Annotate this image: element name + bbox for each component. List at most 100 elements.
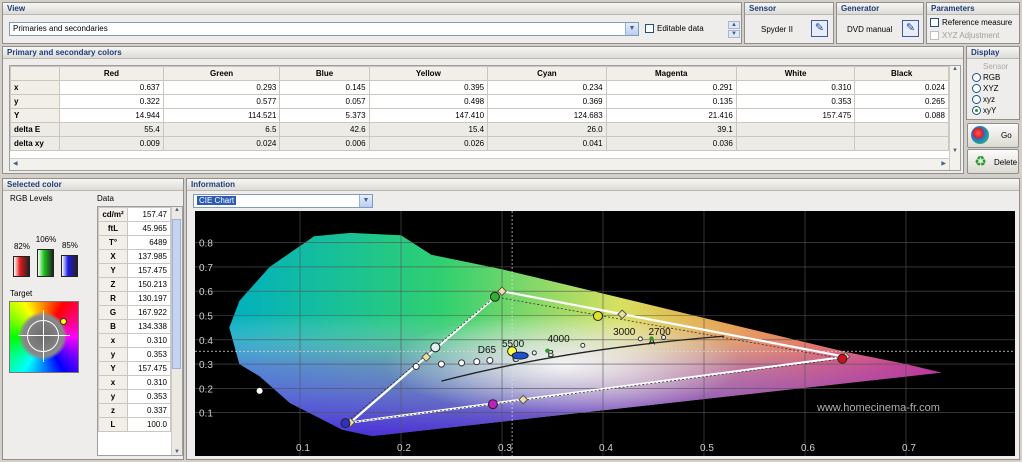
table-cell[interactable]: 0.088 <box>854 108 949 123</box>
table-cell[interactable]: 0.006 <box>279 136 370 151</box>
table-cell[interactable]: 0.265 <box>854 94 949 109</box>
sensor-config-icon[interactable]: ✎ <box>811 20 828 37</box>
table-cell[interactable]: 26.0 <box>487 122 607 137</box>
table-cell[interactable]: 42.6 <box>279 122 370 137</box>
column-header[interactable]: Cyan <box>487 66 607 81</box>
data-row[interactable]: G 167.922 <box>98 305 171 320</box>
table-cell[interactable]: 0.026 <box>368 136 489 151</box>
scroll-down-icon[interactable]: ▼ <box>172 449 182 455</box>
table-cell[interactable]: 55.4 <box>59 122 164 137</box>
view-select[interactable]: Primaries and secondaries ▼ <box>9 22 639 36</box>
checkbox-icon[interactable] <box>930 31 939 41</box>
xyz-adjustment-checkbox[interactable]: XYZ Adjustment <box>930 31 999 41</box>
data-row[interactable]: z 0.337 <box>98 403 171 418</box>
table-cell[interactable]: 0.041 <box>487 136 607 151</box>
table-cell[interactable]: 21.416 <box>605 108 737 123</box>
radio-icon[interactable] <box>972 84 981 94</box>
go-button[interactable]: Go <box>967 123 1019 148</box>
table-cell[interactable]: 0.395 <box>368 80 489 95</box>
data-row[interactable]: Y 157.475 <box>98 263 171 278</box>
radio-icon[interactable] <box>972 106 981 116</box>
scroll-up-icon[interactable]: ▲ <box>950 66 960 76</box>
generator-config-icon[interactable]: ✎ <box>902 20 919 37</box>
data-row[interactable]: B 134.338 <box>98 319 171 334</box>
data-row[interactable]: x 0.310 <box>98 375 171 390</box>
column-header[interactable]: Black <box>854 66 949 81</box>
table-cell[interactable]: 114.521 <box>162 108 281 123</box>
radio-icon[interactable] <box>972 95 981 105</box>
table-cell[interactable]: 147.410 <box>368 108 489 123</box>
table-cell[interactable] <box>735 136 856 151</box>
table-row[interactable]: y 0.322 0.577 0.057 0.498 0.369 0.135 0.353 0.26… <box>10 94 949 109</box>
table-row[interactable]: delta E 55.4 6.5 42.6 15.4 26.0 39.1 <box>10 122 949 137</box>
table-row[interactable]: Y 14.944 114.521 5.373 147.410 124.683 21.416 1… <box>10 108 949 123</box>
editable-data-checkbox[interactable]: Editable data <box>645 24 704 34</box>
table-cell[interactable]: 0.234 <box>487 80 607 95</box>
view-up-button[interactable]: ▲ <box>728 21 740 29</box>
table-cell[interactable]: 157.475 <box>735 108 856 123</box>
table-cell[interactable]: 14.944 <box>59 108 164 123</box>
view-down-button[interactable]: ▼ <box>728 30 740 38</box>
table-cell[interactable]: 0.009 <box>59 136 164 151</box>
table-cell[interactable]: 0.322 <box>59 94 164 109</box>
table-cell[interactable] <box>854 136 949 151</box>
column-header[interactable]: Green <box>162 66 281 81</box>
table-cell[interactable]: 15.4 <box>368 122 489 137</box>
table-cell[interactable]: 0.135 <box>605 94 737 109</box>
table-cell[interactable]: 0.291 <box>605 80 737 95</box>
data-row[interactable]: ftL 45.965 <box>98 221 171 236</box>
horizontal-scrollbar[interactable]: ◀ ▶ <box>10 158 949 170</box>
column-header[interactable]: White <box>735 66 856 81</box>
table-cell[interactable]: 0.024 <box>162 136 281 151</box>
table-cell[interactable]: 0.057 <box>279 94 370 109</box>
checkbox-icon[interactable] <box>645 24 654 34</box>
column-header[interactable]: Blue <box>279 66 370 81</box>
column-header[interactable]: Magenta <box>605 66 737 81</box>
table-row[interactable]: x 0.637 0.293 0.145 0.395 0.234 0.291 0.310 0.02… <box>10 80 949 95</box>
table-cell[interactable]: 0.036 <box>605 136 737 151</box>
data-row[interactable]: T° 6489 <box>98 235 171 250</box>
data-row[interactable]: X 137.985 <box>98 249 171 264</box>
chart-select[interactable]: CIE Chart ▼ <box>193 194 373 208</box>
display-option-xyz[interactable]: XYZ <box>972 84 1000 95</box>
table-cell[interactable]: 0.369 <box>487 94 607 109</box>
table-cell[interactable]: 0.498 <box>368 94 489 109</box>
scroll-left-icon[interactable]: ◀ <box>13 160 18 167</box>
table-cell[interactable]: 0.310 <box>735 80 856 95</box>
table-cell[interactable] <box>735 122 856 137</box>
table-cell[interactable]: 5.373 <box>279 108 370 123</box>
radio-icon[interactable] <box>972 73 981 83</box>
chevron-down-icon[interactable]: ▼ <box>359 195 372 207</box>
table-cell[interactable]: 0.577 <box>162 94 281 109</box>
table-cell[interactable]: 0.145 <box>279 80 370 95</box>
data-scrollbar[interactable]: ▲ ▼ <box>171 207 182 455</box>
data-row[interactable]: R 130.197 <box>98 291 171 306</box>
data-row[interactable]: y 0.353 <box>98 389 171 404</box>
column-header[interactable]: Red <box>59 66 164 81</box>
table-row[interactable]: delta xy 0.009 0.024 0.006 0.026 0.041 0.036 <box>10 136 949 151</box>
data-row[interactable]: x 0.310 <box>98 333 171 348</box>
scroll-right-icon[interactable]: ▶ <box>941 160 946 167</box>
table-cell[interactable]: 39.1 <box>605 122 737 137</box>
reference-measure-checkbox[interactable]: Reference measure <box>930 18 1012 28</box>
scroll-down-icon[interactable]: ▼ <box>950 148 960 158</box>
checkbox-icon[interactable] <box>930 18 939 28</box>
scroll-thumb[interactable] <box>172 219 181 369</box>
table-cell[interactable]: 0.353 <box>735 94 856 109</box>
data-row[interactable]: Y 157.475 <box>98 361 171 376</box>
table-cell[interactable]: 0.293 <box>162 80 281 95</box>
data-row[interactable]: L 100.0 <box>98 417 171 432</box>
table-cell[interactable]: 6.5 <box>162 122 281 137</box>
data-row[interactable]: Z 150.213 <box>98 277 171 292</box>
chevron-down-icon[interactable]: ▼ <box>625 23 638 35</box>
display-option-rgb[interactable]: RGB <box>972 73 1000 84</box>
data-row[interactable]: y 0.353 <box>98 347 171 362</box>
data-row[interactable]: cd/m² 157.47 <box>98 207 171 222</box>
display-option-xyz[interactable]: xyz <box>972 95 1000 106</box>
table-cell[interactable]: 0.024 <box>854 80 949 95</box>
vertical-scrollbar[interactable]: ▲ ▼ <box>949 66 960 170</box>
delete-button[interactable]: ♻ Delete <box>967 149 1019 174</box>
scroll-up-icon[interactable]: ▲ <box>172 207 182 217</box>
table-cell[interactable] <box>854 122 949 137</box>
table-cell[interactable]: 124.683 <box>487 108 607 123</box>
